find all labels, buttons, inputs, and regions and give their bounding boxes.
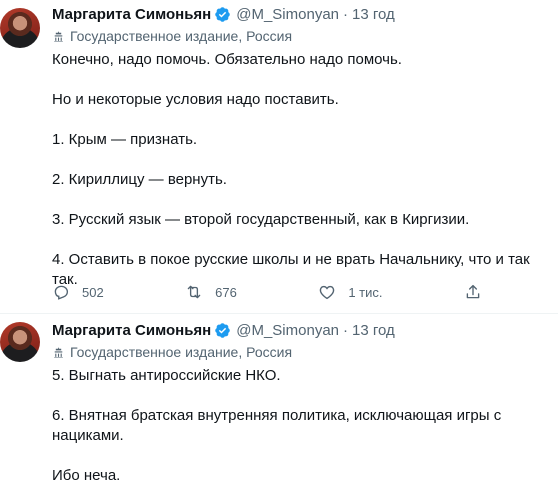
tweet-time[interactable]: 13 год [352, 6, 395, 23]
avatar[interactable] [0, 322, 40, 362]
tweet-paragraph: Ибо неча. [52, 467, 121, 484]
state-media-label-text: Государственное издание, Россия [70, 344, 293, 360]
tweet-paragraph: 1. Крым — признать. [52, 131, 198, 148]
retweet-button[interactable]: 676 [185, 283, 237, 301]
retweet-count: 676 [215, 284, 237, 300]
tweet-time[interactable]: 13 год [352, 322, 395, 339]
verified-badge-icon [215, 6, 230, 22]
state-media-icon [54, 30, 63, 42]
state-media-label-text: Государственное издание, Россия [70, 28, 293, 44]
tweet[interactable]: Маргарита Симоньян @M_Simonyan · 13 год … [0, 0, 558, 314]
tweet-paragraph: 2. Кириллицу — вернуть. [52, 171, 227, 188]
retweet-icon [187, 285, 201, 299]
tweet-content: Маргарита Симоньян @M_Simonyan · 13 год … [52, 4, 558, 290]
tweet-paragraph: Конечно, надо помочь. Обязательно надо п… [52, 51, 402, 68]
tweet-text: Конечно, надо помочь. Обязательно надо п… [52, 50, 558, 290]
author-handle[interactable]: @M_Simonyan [236, 322, 339, 339]
like-button[interactable]: 1 тис. [318, 283, 383, 301]
state-media-icon [54, 346, 63, 358]
tweet-paragraph: 3. Русский язык — второй государственный… [52, 211, 470, 228]
state-media-label[interactable]: Государственное издание, Россия [52, 342, 558, 362]
verified-badge-icon [215, 322, 230, 338]
tweet-header: Маргарита Симоньян @M_Simonyan · 13 год [52, 320, 558, 340]
tweet-paragraph: 5. Выгнать антироссийские НКО. [52, 367, 281, 384]
reply-icon [54, 285, 69, 300]
heart-icon [320, 285, 335, 300]
tweet-paragraph: 6. Внятная братская внутренняя политика,… [52, 407, 502, 444]
avatar[interactable] [0, 8, 40, 48]
reply-button[interactable]: 502 [52, 283, 104, 301]
author-handle[interactable]: @M_Simonyan [236, 6, 339, 23]
state-media-label[interactable]: Государственное издание, Россия [52, 26, 558, 46]
separator-dot: · [343, 321, 349, 339]
share-button[interactable] [464, 283, 482, 301]
reply-count: 502 [82, 284, 104, 300]
tweet-text: 5. Выгнать антироссийские НКО. 6. Внятна… [52, 366, 558, 486]
tweet-actions: 502 676 1 тис. [52, 282, 482, 302]
like-count: 1 тис. [348, 284, 383, 300]
tweet-content: Маргарита Симоньян @M_Simonyan · 13 год … [52, 320, 558, 486]
author-name[interactable]: Маргарита Симоньян [52, 322, 211, 339]
tweet-header: Маргарита Симоньян @M_Simonyan · 13 год [52, 4, 558, 24]
tweet-paragraph: Но и некоторые условия надо поставить. [52, 91, 339, 108]
tweet[interactable]: Маргарита Симоньян @M_Simonyan · 13 год … [0, 314, 558, 502]
share-icon [466, 284, 480, 299]
separator-dot: · [343, 5, 349, 23]
author-name[interactable]: Маргарита Симоньян [52, 6, 211, 23]
